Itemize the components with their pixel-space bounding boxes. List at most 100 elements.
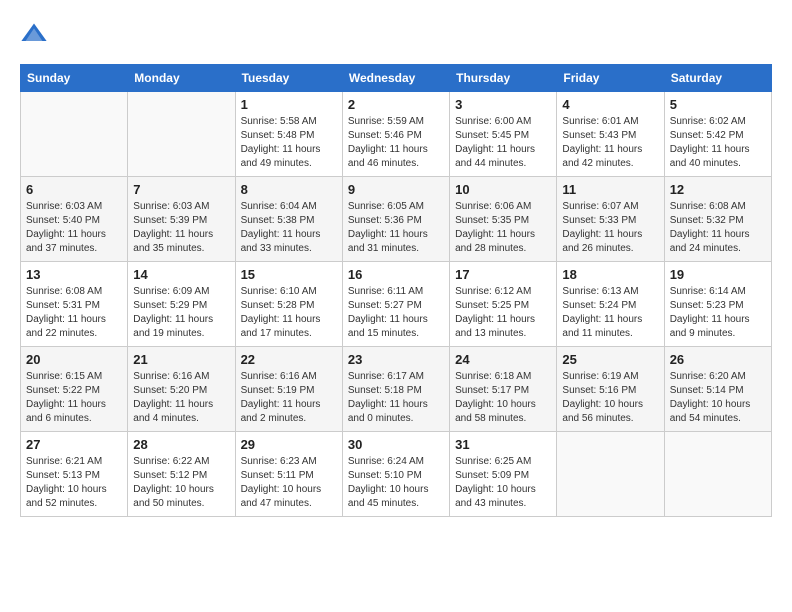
calendar-cell: 29 Sunrise: 6:23 AM Sunset: 5:11 PM Dayli… [235, 432, 342, 517]
calendar-cell: 28 Sunrise: 6:22 AM Sunset: 5:12 PM Dayli… [128, 432, 235, 517]
day-number: 21 [133, 352, 229, 367]
day-number: 23 [348, 352, 444, 367]
column-header-wednesday: Wednesday [342, 65, 449, 92]
day-number: 31 [455, 437, 551, 452]
day-info: Sunrise: 5:58 AM Sunset: 5:48 PM Dayligh… [241, 115, 337, 171]
day-info: Sunrise: 6:00 AM Sunset: 5:45 PM Dayligh… [455, 115, 551, 171]
day-number: 7 [133, 182, 229, 197]
day-info: Sunrise: 6:01 AM Sunset: 5:43 PM Dayligh… [562, 115, 658, 171]
calendar-cell: 25Sunrise: 6:19 AM Sunset: 5:16 PM Dayli… [557, 347, 664, 432]
calendar-cell: 24Sunrise: 6:18 AM Sunset: 5:17 PM Dayli… [450, 347, 557, 432]
calendar-table: SundayMondayTuesdayWednesdayThursdayFrid… [20, 64, 772, 517]
page-header [20, 20, 772, 48]
day-number: 30 [348, 437, 444, 452]
calendar-cell: 22Sunrise: 6:16 AM Sunset: 5:19 PM Dayli… [235, 347, 342, 432]
calendar-cell: 17 Sunrise: 6:12 AM Sunset: 5:25 PM Dayli… [450, 262, 557, 347]
day-number: 11 [562, 182, 658, 197]
day-number: 9 [348, 182, 444, 197]
calendar-cell: 18 Sunrise: 6:13 AM Sunset: 5:24 PM Dayli… [557, 262, 664, 347]
calendar-cell: 5 Sunrise: 6:02 AM Sunset: 5:42 PM Daylig… [664, 92, 771, 177]
day-info: Sunrise: 6:13 AM Sunset: 5:24 PM Dayligh… [562, 285, 658, 341]
day-number: 26 [670, 352, 766, 367]
day-info: Sunrise: 6:04 AM Sunset: 5:38 PM Dayligh… [241, 200, 337, 256]
day-number: 18 [562, 267, 658, 282]
day-number: 28 [133, 437, 229, 452]
day-info: Sunrise: 6:11 AM Sunset: 5:27 PM Dayligh… [348, 285, 444, 341]
calendar-cell: 20Sunrise: 6:15 AM Sunset: 5:22 PM Dayli… [21, 347, 128, 432]
day-info: Sunrise: 6:07 AM Sunset: 5:33 PM Dayligh… [562, 200, 658, 256]
day-info: Sunrise: 6:02 AM Sunset: 5:42 PM Dayligh… [670, 115, 766, 171]
week-row-5: 27 Sunrise: 6:21 AM Sunset: 5:13 PM Dayli… [21, 432, 772, 517]
day-number: 19 [670, 267, 766, 282]
calendar-cell: 19 Sunrise: 6:14 AM Sunset: 5:23 PM Dayli… [664, 262, 771, 347]
day-number: 12 [670, 182, 766, 197]
calendar-cell: 26 Sunrise: 6:20 AM Sunset: 5:14 PM Dayli… [664, 347, 771, 432]
week-row-4: 20Sunrise: 6:15 AM Sunset: 5:22 PM Dayli… [21, 347, 772, 432]
day-number: 1 [241, 97, 337, 112]
week-row-3: 13 Sunrise: 6:08 AM Sunset: 5:31 PM Dayli… [21, 262, 772, 347]
day-info: Sunrise: 6:05 AM Sunset: 5:36 PM Dayligh… [348, 200, 444, 256]
calendar-cell: 11 Sunrise: 6:07 AM Sunset: 5:33 PM Dayli… [557, 177, 664, 262]
calendar-cell: 21 Sunrise: 6:16 AM Sunset: 5:20 PM Dayli… [128, 347, 235, 432]
calendar-cell [21, 92, 128, 177]
calendar-cell: 23 Sunrise: 6:17 AM Sunset: 5:18 PM Dayli… [342, 347, 449, 432]
day-info: Sunrise: 6:03 AM Sunset: 5:40 PM Dayligh… [26, 200, 122, 256]
calendar-cell: 15 Sunrise: 6:10 AM Sunset: 5:28 PM Dayli… [235, 262, 342, 347]
day-number: 16 [348, 267, 444, 282]
day-number: 20 [26, 352, 122, 367]
day-info: Sunrise: 6:12 AM Sunset: 5:25 PM Dayligh… [455, 285, 551, 341]
day-info: Sunrise: 6:24 AM Sunset: 5:10 PM Dayligh… [348, 455, 444, 511]
day-info: Sunrise: 6:16 AM Sunset: 5:20 PM Dayligh… [133, 370, 229, 426]
logo-icon [20, 20, 48, 48]
column-header-saturday: Saturday [664, 65, 771, 92]
day-number: 27 [26, 437, 122, 452]
calendar-cell: 14Sunrise: 6:09 AM Sunset: 5:29 PM Dayli… [128, 262, 235, 347]
calendar-cell: 2Sunrise: 5:59 AM Sunset: 5:46 PM Daylig… [342, 92, 449, 177]
calendar-cell: 8 Sunrise: 6:04 AM Sunset: 5:38 PM Daylig… [235, 177, 342, 262]
day-number: 13 [26, 267, 122, 282]
column-header-monday: Monday [128, 65, 235, 92]
calendar-cell: 31 Sunrise: 6:25 AM Sunset: 5:09 PM Dayli… [450, 432, 557, 517]
day-info: Sunrise: 6:08 AM Sunset: 5:32 PM Dayligh… [670, 200, 766, 256]
day-info: Sunrise: 6:21 AM Sunset: 5:13 PM Dayligh… [26, 455, 122, 511]
day-number: 15 [241, 267, 337, 282]
day-info: Sunrise: 6:14 AM Sunset: 5:23 PM Dayligh… [670, 285, 766, 341]
calendar-cell: 4 Sunrise: 6:01 AM Sunset: 5:43 PM Daylig… [557, 92, 664, 177]
calendar-cell: 10Sunrise: 6:06 AM Sunset: 5:35 PM Dayli… [450, 177, 557, 262]
day-info: Sunrise: 6:09 AM Sunset: 5:29 PM Dayligh… [133, 285, 229, 341]
column-header-thursday: Thursday [450, 65, 557, 92]
calendar-cell: 9 Sunrise: 6:05 AM Sunset: 5:36 PM Daylig… [342, 177, 449, 262]
day-info: Sunrise: 6:03 AM Sunset: 5:39 PM Dayligh… [133, 200, 229, 256]
day-info: Sunrise: 6:10 AM Sunset: 5:28 PM Dayligh… [241, 285, 337, 341]
calendar-cell: 1 Sunrise: 5:58 AM Sunset: 5:48 PM Daylig… [235, 92, 342, 177]
day-info: Sunrise: 6:20 AM Sunset: 5:14 PM Dayligh… [670, 370, 766, 426]
calendar-cell: 30 Sunrise: 6:24 AM Sunset: 5:10 PM Dayli… [342, 432, 449, 517]
day-number: 5 [670, 97, 766, 112]
week-row-1: 1 Sunrise: 5:58 AM Sunset: 5:48 PM Daylig… [21, 92, 772, 177]
calendar-cell: 12 Sunrise: 6:08 AM Sunset: 5:32 PM Dayli… [664, 177, 771, 262]
day-number: 22 [241, 352, 337, 367]
day-info: Sunrise: 6:17 AM Sunset: 5:18 PM Dayligh… [348, 370, 444, 426]
day-info: Sunrise: 6:18 AM Sunset: 5:17 PM Dayligh… [455, 370, 551, 426]
calendar-cell: 27 Sunrise: 6:21 AM Sunset: 5:13 PM Dayli… [21, 432, 128, 517]
day-info: Sunrise: 6:25 AM Sunset: 5:09 PM Dayligh… [455, 455, 551, 511]
column-header-sunday: Sunday [21, 65, 128, 92]
day-number: 6 [26, 182, 122, 197]
day-number: 17 [455, 267, 551, 282]
day-number: 8 [241, 182, 337, 197]
calendar-cell: 13 Sunrise: 6:08 AM Sunset: 5:31 PM Dayli… [21, 262, 128, 347]
day-number: 29 [241, 437, 337, 452]
calendar-cell: 6 Sunrise: 6:03 AM Sunset: 5:40 PM Daylig… [21, 177, 128, 262]
day-number: 3 [455, 97, 551, 112]
day-number: 10 [455, 182, 551, 197]
day-number: 2 [348, 97, 444, 112]
day-info: Sunrise: 6:23 AM Sunset: 5:11 PM Dayligh… [241, 455, 337, 511]
day-info: Sunrise: 6:08 AM Sunset: 5:31 PM Dayligh… [26, 285, 122, 341]
calendar-cell [557, 432, 664, 517]
calendar-cell [664, 432, 771, 517]
day-number: 4 [562, 97, 658, 112]
calendar-cell: 7 Sunrise: 6:03 AM Sunset: 5:39 PM Daylig… [128, 177, 235, 262]
day-number: 25 [562, 352, 658, 367]
day-info: Sunrise: 6:22 AM Sunset: 5:12 PM Dayligh… [133, 455, 229, 511]
column-header-tuesday: Tuesday [235, 65, 342, 92]
